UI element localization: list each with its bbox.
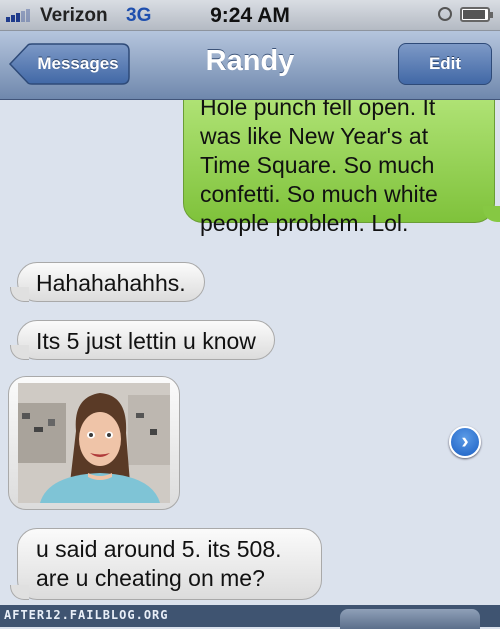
battery-icon <box>460 7 493 22</box>
nav-bar: Messages Randy Edit <box>0 31 500 100</box>
conversation-title: Randy <box>205 45 295 77</box>
watermark-strip: AFTER12.FAILBLOG.ORG <box>0 605 500 629</box>
received-message-bubble[interactable]: u said around 5. its 508. are u cheating… <box>10 528 322 600</box>
alarm-icon <box>438 7 452 21</box>
photo-thumbnail <box>18 383 170 503</box>
watermark-text: AFTER12.FAILBLOG.ORG <box>4 608 169 622</box>
back-button-label: Messages <box>37 54 119 73</box>
edit-button[interactable]: Edit <box>398 43 492 85</box>
chevron-right-icon[interactable]: › <box>449 426 481 458</box>
status-time: 9:24 AM <box>210 4 290 27</box>
received-message-bubble[interactable]: Hahahahahhs. <box>10 262 205 302</box>
input-bar-edge <box>340 609 480 629</box>
received-message-bubble[interactable]: Its 5 just lettin u know <box>10 320 275 360</box>
messages-back-button[interactable]: Messages <box>8 43 130 85</box>
status-bar: Verizon 3G 9:24 AM <box>0 0 500 31</box>
sent-message-bubble[interactable]: Hole punch fell open. It was like New Ye… <box>183 100 500 236</box>
received-photo-bubble[interactable] <box>8 376 180 510</box>
conversation-thread[interactable]: Hole punch fell open. It was like New Ye… <box>0 100 500 605</box>
